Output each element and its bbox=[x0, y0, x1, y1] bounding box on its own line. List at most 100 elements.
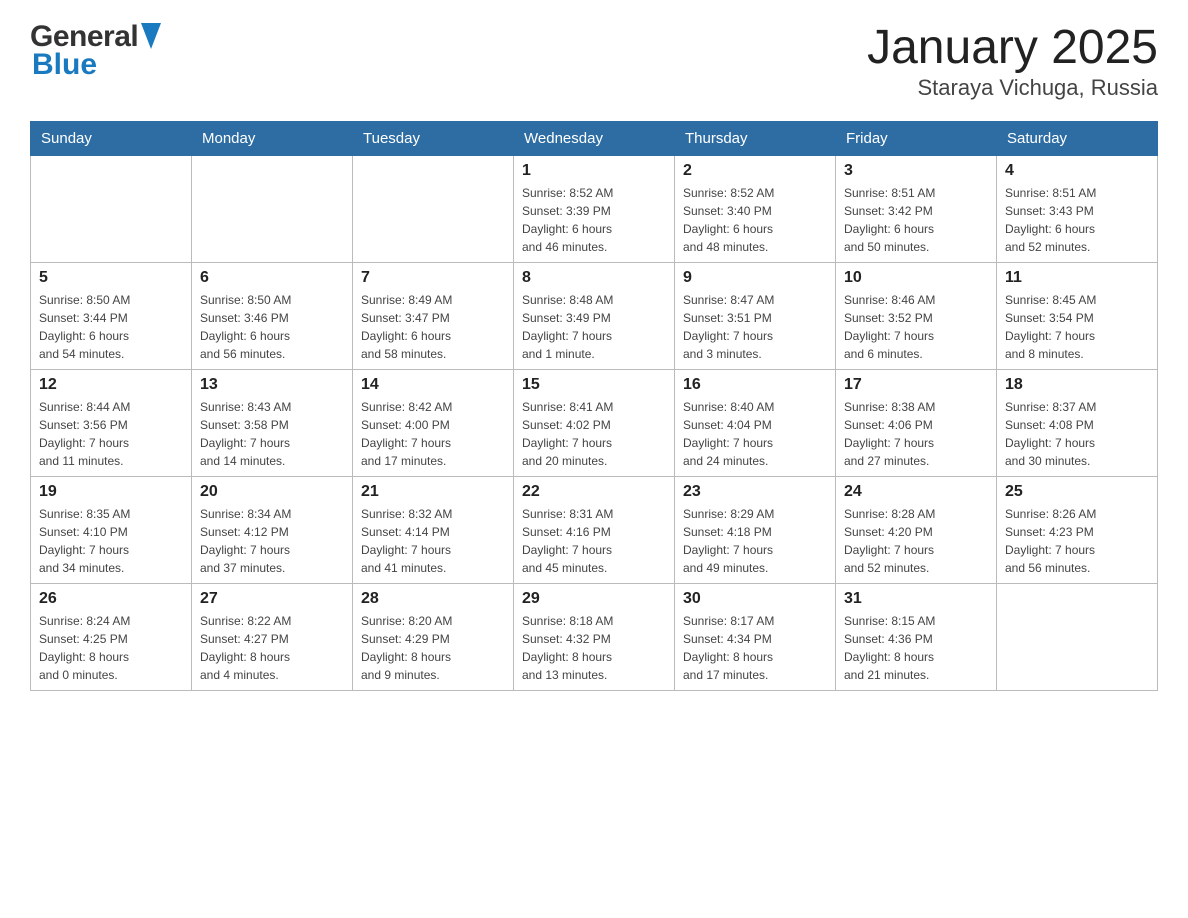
calendar-cell: 11 Sunrise: 8:45 AM Sunset: 3:54 PM Dayli… bbox=[997, 263, 1158, 370]
day-info: Sunrise: 8:35 AM Sunset: 4:10 PM Dayligh… bbox=[39, 505, 183, 577]
calendar-cell: 18 Sunrise: 8:37 AM Sunset: 4:08 PM Dayli… bbox=[997, 370, 1158, 477]
day-info: Sunrise: 8:42 AM Sunset: 4:00 PM Dayligh… bbox=[361, 398, 505, 470]
calendar-cell: 17Sunrise: 8:38 AM Sunset: 4:06 PM Dayli… bbox=[836, 370, 997, 477]
calendar-cell: 6 Sunrise: 8:50 AM Sunset: 3:46 PM Daylig… bbox=[192, 263, 353, 370]
day-number: 14 bbox=[361, 376, 505, 394]
day-info: Sunrise: 8:50 AM Sunset: 3:44 PM Dayligh… bbox=[39, 291, 183, 363]
calendar-cell bbox=[997, 584, 1158, 691]
day-info: Sunrise: 8:46 AM Sunset: 3:52 PM Dayligh… bbox=[844, 291, 988, 363]
day-info: Sunrise: 8:45 AM Sunset: 3:54 PM Dayligh… bbox=[1005, 291, 1149, 363]
calendar-cell: 29 Sunrise: 8:18 AM Sunset: 4:32 PM Dayli… bbox=[514, 584, 675, 691]
calendar-cell: 8Sunrise: 8:48 AM Sunset: 3:49 PM Daylig… bbox=[514, 263, 675, 370]
calendar-week-row: 5 Sunrise: 8:50 AM Sunset: 3:44 PM Daylig… bbox=[31, 263, 1158, 370]
day-of-week-header: Tuesday bbox=[353, 122, 514, 156]
day-info: Sunrise: 8:29 AM Sunset: 4:18 PM Dayligh… bbox=[683, 505, 827, 577]
day-info: Sunrise: 8:52 AM Sunset: 3:39 PM Dayligh… bbox=[522, 184, 666, 256]
day-number: 2 bbox=[683, 162, 827, 180]
day-number: 29 bbox=[522, 590, 666, 608]
day-info: Sunrise: 8:40 AM Sunset: 4:04 PM Dayligh… bbox=[683, 398, 827, 470]
day-number: 15 bbox=[522, 376, 666, 394]
calendar-week-row: 26 Sunrise: 8:24 AM Sunset: 4:25 PM Dayli… bbox=[31, 584, 1158, 691]
day-number: 13 bbox=[200, 376, 344, 394]
day-number: 3 bbox=[844, 162, 988, 180]
day-number: 10 bbox=[844, 269, 988, 287]
day-info: Sunrise: 8:22 AM Sunset: 4:27 PM Dayligh… bbox=[200, 612, 344, 684]
calendar-cell: 2 Sunrise: 8:52 AM Sunset: 3:40 PM Daylig… bbox=[675, 156, 836, 263]
calendar-cell: 10 Sunrise: 8:46 AM Sunset: 3:52 PM Dayli… bbox=[836, 263, 997, 370]
calendar-cell bbox=[192, 156, 353, 263]
day-info: Sunrise: 8:24 AM Sunset: 4:25 PM Dayligh… bbox=[39, 612, 183, 684]
day-number: 5 bbox=[39, 269, 183, 287]
day-info: Sunrise: 8:37 AM Sunset: 4:08 PM Dayligh… bbox=[1005, 398, 1149, 470]
calendar-cell: 15 Sunrise: 8:41 AM Sunset: 4:02 PM Dayli… bbox=[514, 370, 675, 477]
day-number: 11 bbox=[1005, 269, 1149, 287]
day-number: 28 bbox=[361, 590, 505, 608]
calendar-cell: 22 Sunrise: 8:31 AM Sunset: 4:16 PM Dayli… bbox=[514, 477, 675, 584]
day-number: 30 bbox=[683, 590, 827, 608]
day-info: Sunrise: 8:18 AM Sunset: 4:32 PM Dayligh… bbox=[522, 612, 666, 684]
logo: General Blue bbox=[30, 20, 161, 82]
calendar-header-row: SundayMondayTuesdayWednesdayThursdayFrid… bbox=[31, 122, 1158, 156]
day-number: 31 bbox=[844, 590, 988, 608]
calendar-week-row: 12 Sunrise: 8:44 AM Sunset: 3:56 PM Dayli… bbox=[31, 370, 1158, 477]
day-info: Sunrise: 8:34 AM Sunset: 4:12 PM Dayligh… bbox=[200, 505, 344, 577]
calendar-cell: 27Sunrise: 8:22 AM Sunset: 4:27 PM Dayli… bbox=[192, 584, 353, 691]
calendar-cell: 1 Sunrise: 8:52 AM Sunset: 3:39 PM Daylig… bbox=[514, 156, 675, 263]
day-info: Sunrise: 8:28 AM Sunset: 4:20 PM Dayligh… bbox=[844, 505, 988, 577]
calendar-cell: 28Sunrise: 8:20 AM Sunset: 4:29 PM Dayli… bbox=[353, 584, 514, 691]
calendar-title: January 2025 bbox=[867, 20, 1158, 75]
calendar-cell: 24 Sunrise: 8:28 AM Sunset: 4:20 PM Dayli… bbox=[836, 477, 997, 584]
calendar-cell bbox=[31, 156, 192, 263]
day-of-week-header: Wednesday bbox=[514, 122, 675, 156]
day-number: 7 bbox=[361, 269, 505, 287]
day-info: Sunrise: 8:26 AM Sunset: 4:23 PM Dayligh… bbox=[1005, 505, 1149, 577]
logo-blue-text: Blue bbox=[32, 48, 97, 82]
day-info: Sunrise: 8:17 AM Sunset: 4:34 PM Dayligh… bbox=[683, 612, 827, 684]
calendar-cell bbox=[353, 156, 514, 263]
calendar-cell: 21Sunrise: 8:32 AM Sunset: 4:14 PM Dayli… bbox=[353, 477, 514, 584]
day-info: Sunrise: 8:44 AM Sunset: 3:56 PM Dayligh… bbox=[39, 398, 183, 470]
day-info: Sunrise: 8:41 AM Sunset: 4:02 PM Dayligh… bbox=[522, 398, 666, 470]
day-info: Sunrise: 8:43 AM Sunset: 3:58 PM Dayligh… bbox=[200, 398, 344, 470]
page-header: General Blue January 2025 Staraya Vichug… bbox=[30, 20, 1158, 101]
day-info: Sunrise: 8:31 AM Sunset: 4:16 PM Dayligh… bbox=[522, 505, 666, 577]
calendar-cell: 7 Sunrise: 8:49 AM Sunset: 3:47 PM Daylig… bbox=[353, 263, 514, 370]
day-number: 4 bbox=[1005, 162, 1149, 180]
calendar-cell: 23 Sunrise: 8:29 AM Sunset: 4:18 PM Dayli… bbox=[675, 477, 836, 584]
day-of-week-header: Saturday bbox=[997, 122, 1158, 156]
day-info: Sunrise: 8:50 AM Sunset: 3:46 PM Dayligh… bbox=[200, 291, 344, 363]
day-number: 12 bbox=[39, 376, 183, 394]
calendar-cell: 26 Sunrise: 8:24 AM Sunset: 4:25 PM Dayli… bbox=[31, 584, 192, 691]
day-number: 22 bbox=[522, 483, 666, 501]
day-info: Sunrise: 8:47 AM Sunset: 3:51 PM Dayligh… bbox=[683, 291, 827, 363]
day-of-week-header: Friday bbox=[836, 122, 997, 156]
calendar-week-row: 1 Sunrise: 8:52 AM Sunset: 3:39 PM Daylig… bbox=[31, 156, 1158, 263]
day-number: 25 bbox=[1005, 483, 1149, 501]
day-number: 23 bbox=[683, 483, 827, 501]
day-info: Sunrise: 8:15 AM Sunset: 4:36 PM Dayligh… bbox=[844, 612, 988, 684]
day-number: 8 bbox=[522, 269, 666, 287]
day-number: 17 bbox=[844, 376, 988, 394]
calendar-cell: 4 Sunrise: 8:51 AM Sunset: 3:43 PM Daylig… bbox=[997, 156, 1158, 263]
calendar-cell: 9Sunrise: 8:47 AM Sunset: 3:51 PM Daylig… bbox=[675, 263, 836, 370]
day-number: 24 bbox=[844, 483, 988, 501]
day-number: 16 bbox=[683, 376, 827, 394]
calendar-cell: 3Sunrise: 8:51 AM Sunset: 3:42 PM Daylig… bbox=[836, 156, 997, 263]
day-number: 26 bbox=[39, 590, 183, 608]
calendar-cell: 25 Sunrise: 8:26 AM Sunset: 4:23 PM Dayli… bbox=[997, 477, 1158, 584]
day-of-week-header: Monday bbox=[192, 122, 353, 156]
day-number: 21 bbox=[361, 483, 505, 501]
calendar-cell: 13 Sunrise: 8:43 AM Sunset: 3:58 PM Dayli… bbox=[192, 370, 353, 477]
day-of-week-header: Sunday bbox=[31, 122, 192, 156]
day-info: Sunrise: 8:52 AM Sunset: 3:40 PM Dayligh… bbox=[683, 184, 827, 256]
calendar-cell: 30 Sunrise: 8:17 AM Sunset: 4:34 PM Dayli… bbox=[675, 584, 836, 691]
day-number: 18 bbox=[1005, 376, 1149, 394]
calendar-cell: 12 Sunrise: 8:44 AM Sunset: 3:56 PM Dayli… bbox=[31, 370, 192, 477]
day-number: 6 bbox=[200, 269, 344, 287]
day-number: 1 bbox=[522, 162, 666, 180]
day-number: 20 bbox=[200, 483, 344, 501]
day-info: Sunrise: 8:49 AM Sunset: 3:47 PM Dayligh… bbox=[361, 291, 505, 363]
calendar-cell: 20 Sunrise: 8:34 AM Sunset: 4:12 PM Dayli… bbox=[192, 477, 353, 584]
day-info: Sunrise: 8:51 AM Sunset: 3:43 PM Dayligh… bbox=[1005, 184, 1149, 256]
calendar-cell: 5 Sunrise: 8:50 AM Sunset: 3:44 PM Daylig… bbox=[31, 263, 192, 370]
